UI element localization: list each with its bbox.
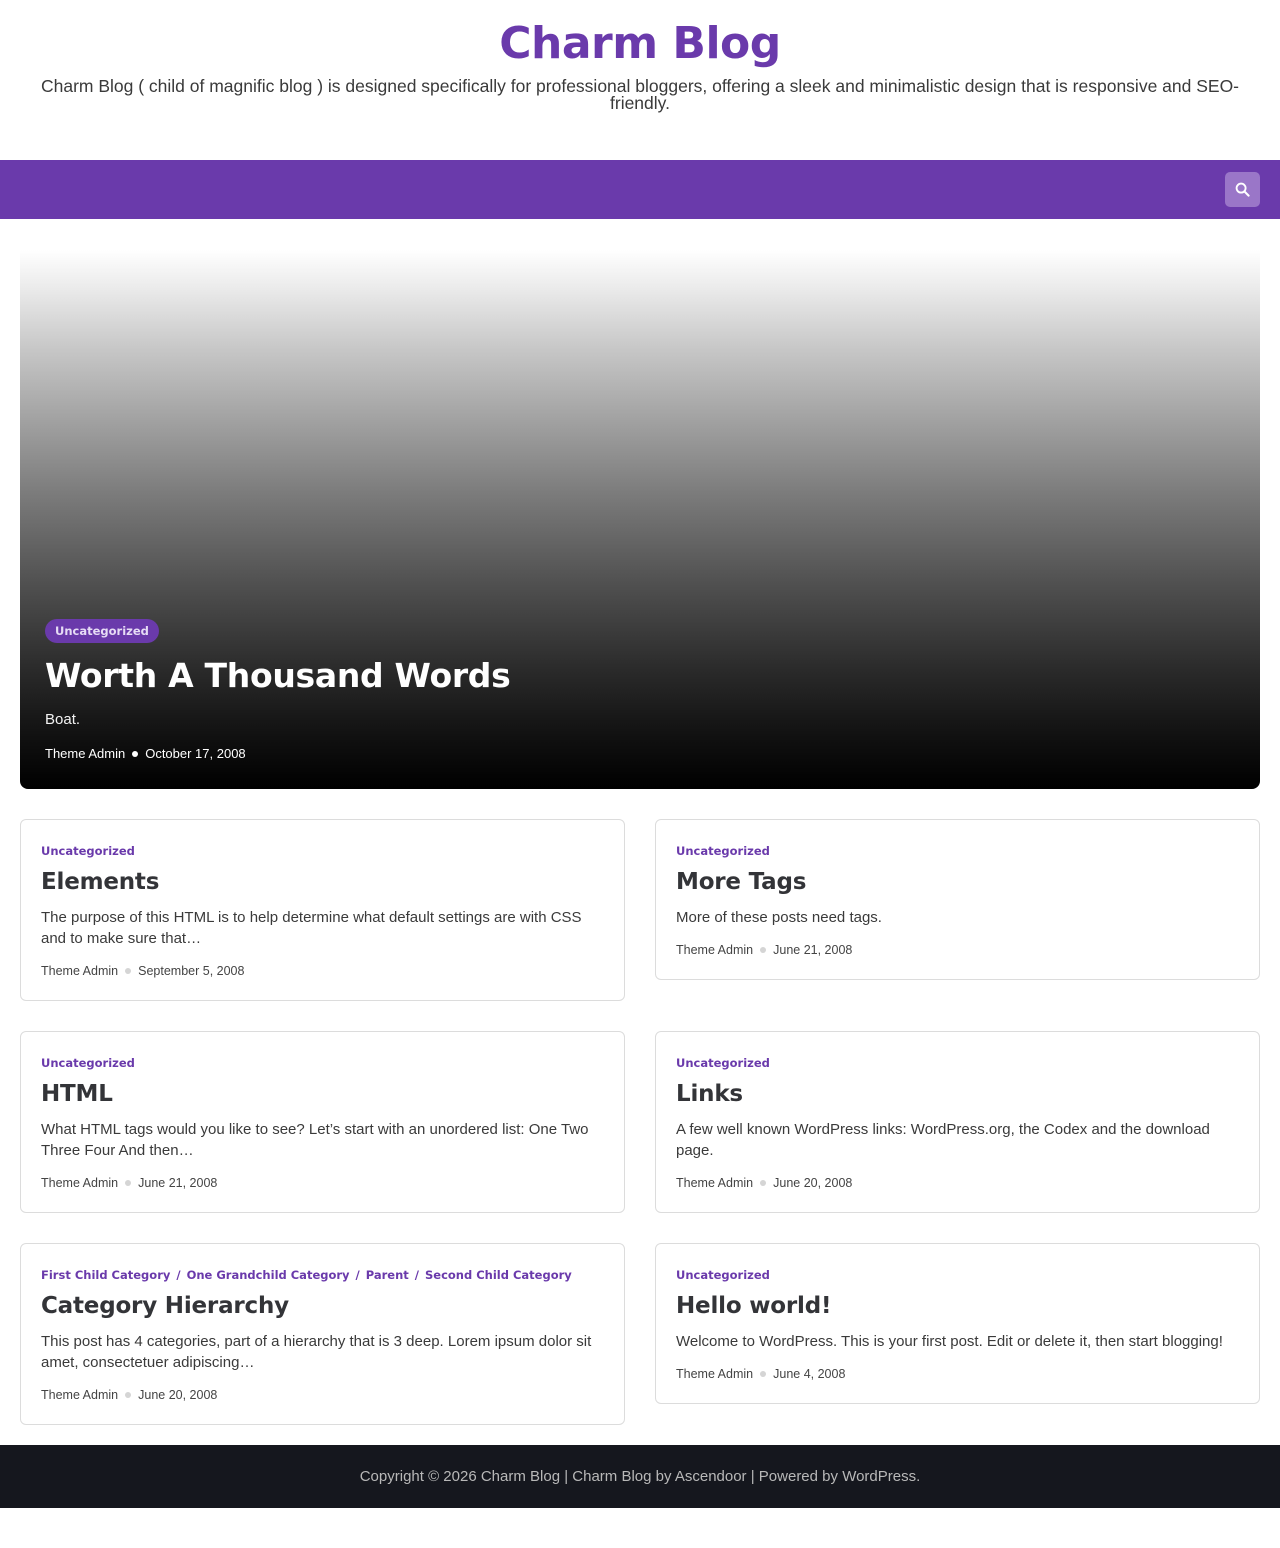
post-categories: Uncategorized <box>41 1054 604 1072</box>
category-separator: / <box>414 1268 419 1282</box>
post-author[interactable]: Theme Admin <box>676 1367 753 1381</box>
featured-post-category[interactable]: Uncategorized <box>45 619 159 643</box>
site-footer: Copyright © 2026 Charm Blog | Charm Blog… <box>0 1445 1280 1508</box>
search-icon <box>1235 182 1250 197</box>
post-card: First Child Category / One Grandchild Cate… <box>20 1243 625 1425</box>
post-author[interactable]: Theme Admin <box>676 943 753 957</box>
meta-separator-dot <box>132 750 139 757</box>
post-meta: Theme Admin June 21, 2008 <box>676 943 1239 957</box>
post-category-link[interactable]: First Child Category <box>41 1268 170 1282</box>
post-title[interactable]: Category Hierarchy <box>41 1290 604 1322</box>
post-category-link[interactable]: Uncategorized <box>676 844 770 858</box>
post-author[interactable]: Theme Admin <box>41 1388 118 1402</box>
post-card: Uncategorized HTML What HTML tags would … <box>20 1031 625 1213</box>
post-category-link[interactable]: Second Child Category <box>425 1268 572 1282</box>
post-meta: Theme Admin June 20, 2008 <box>41 1388 604 1402</box>
featured-post-banner[interactable]: Uncategorized Worth A Thousand Words Boa… <box>20 250 1260 789</box>
post-author[interactable]: Theme Admin <box>41 1176 118 1190</box>
post-title[interactable]: HTML <box>41 1078 604 1110</box>
post-excerpt: More of these posts need tags. <box>676 909 882 926</box>
post-title[interactable]: Elements <box>41 866 604 898</box>
post-categories: First Child Category / One Grandchild Cate… <box>41 1266 604 1284</box>
footer-by-text: by <box>651 1468 675 1485</box>
featured-post-date[interactable]: October 17, 2008 <box>145 746 245 761</box>
post-categories: Uncategorized <box>41 842 604 860</box>
meta-separator-dot <box>125 1392 132 1398</box>
meta-separator-dot <box>760 947 767 953</box>
search-button[interactable] <box>1225 172 1260 207</box>
post-date[interactable]: September 5, 2008 <box>138 964 244 978</box>
post-meta: Theme Admin June 4, 2008 <box>676 1367 1239 1381</box>
post-title[interactable]: More Tags <box>676 866 1239 898</box>
post-category-link[interactable]: Uncategorized <box>41 1056 135 1070</box>
post-date[interactable]: June 20, 2008 <box>773 1176 852 1190</box>
post-card: Uncategorized Hello world! Welcome to Wo… <box>655 1243 1260 1404</box>
meta-separator-dot <box>760 1371 767 1377</box>
post-meta: Theme Admin June 21, 2008 <box>41 1176 604 1190</box>
meta-separator-dot <box>125 1180 132 1186</box>
post-date[interactable]: June 21, 2008 <box>773 943 852 957</box>
post-excerpt: Welcome to WordPress. This is your first… <box>676 1333 1223 1350</box>
featured-post-meta: Theme Admin October 17, 2008 <box>45 746 1235 761</box>
post-category-link[interactable]: One Grandchild Category <box>187 1268 350 1282</box>
post-categories: Uncategorized <box>676 1266 1239 1284</box>
category-separator: / <box>355 1268 360 1282</box>
post-date[interactable]: June 4, 2008 <box>773 1367 845 1381</box>
footer-author-link[interactable]: Ascendoor <box>675 1468 747 1485</box>
post-categories: Uncategorized <box>676 1054 1239 1072</box>
footer-end-text: . <box>916 1468 921 1485</box>
site-description: Charm Blog ( child of magnific blog ) is… <box>40 76 1240 113</box>
post-author[interactable]: Theme Admin <box>41 964 118 978</box>
post-date[interactable]: June 21, 2008 <box>138 1176 217 1190</box>
post-excerpt: A few well known WordPress links: WordPr… <box>676 1121 1210 1159</box>
footer-copyright: Copyright © 2026 Charm Blog | Charm Blog… <box>360 1468 921 1485</box>
post-category-link[interactable]: Uncategorized <box>676 1268 770 1282</box>
post-categories: Uncategorized <box>676 842 1239 860</box>
footer-powered-text: | Powered by <box>746 1468 843 1485</box>
site-title[interactable]: Charm Blog <box>0 16 1280 72</box>
post-meta: Theme Admin September 5, 2008 <box>41 964 604 978</box>
meta-separator-dot <box>760 1180 767 1186</box>
post-card: Uncategorized More Tags More of these po… <box>655 819 1260 980</box>
featured-post-content: Uncategorized Worth A Thousand Words Boa… <box>45 619 1235 761</box>
featured-post-excerpt: Boat. <box>45 711 81 728</box>
meta-separator-dot <box>125 968 132 974</box>
post-date[interactable]: June 20, 2008 <box>138 1388 217 1402</box>
post-title[interactable]: Links <box>676 1078 1239 1110</box>
post-title[interactable]: Hello world! <box>676 1290 1239 1322</box>
featured-post-title[interactable]: Worth A Thousand Words <box>45 654 1235 698</box>
post-excerpt: The purpose of this HTML is to help dete… <box>41 909 582 947</box>
footer-site-link[interactable]: Charm Blog <box>572 1468 651 1485</box>
post-grid: Uncategorized Elements The purpose of th… <box>20 819 1260 1425</box>
post-card: Uncategorized Links A few well known Wor… <box>655 1031 1260 1213</box>
site-header: Charm Blog Charm Blog ( child of magnifi… <box>0 0 1280 160</box>
featured-post-author[interactable]: Theme Admin <box>45 746 125 761</box>
post-category-link[interactable]: Parent <box>366 1268 409 1282</box>
category-separator: / <box>176 1268 181 1282</box>
footer-copyright-text: Copyright © 2026 Charm Blog | <box>359 1468 573 1485</box>
footer-wordpress-link[interactable]: WordPress <box>842 1468 916 1485</box>
post-excerpt: What HTML tags would you like to see? Le… <box>41 1121 589 1159</box>
post-excerpt: This post has 4 categories, part of a hi… <box>41 1333 592 1371</box>
post-category-link[interactable]: Uncategorized <box>41 844 135 858</box>
post-author[interactable]: Theme Admin <box>676 1176 753 1190</box>
post-category-link[interactable]: Uncategorized <box>676 1056 770 1070</box>
post-card: Uncategorized Elements The purpose of th… <box>20 819 625 1001</box>
post-meta: Theme Admin June 20, 2008 <box>676 1176 1239 1190</box>
primary-nav-bar <box>0 160 1280 219</box>
